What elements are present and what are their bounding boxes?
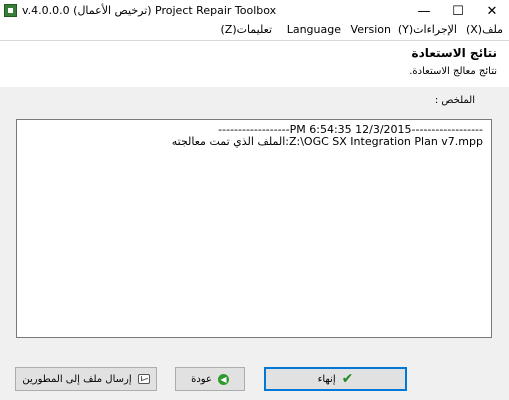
page-subtitle: نتائج معالج الاستعادة. [409, 66, 497, 77]
menu-file[interactable]: ملف(X) [466, 23, 503, 36]
menu-help[interactable]: تعليمات(Z) [220, 23, 272, 36]
content-panel: الملخص : ------------------PM 6:54:35 12… [0, 87, 509, 400]
app-icon [4, 4, 17, 17]
menu-version[interactable]: Version [351, 23, 391, 36]
checkmark-icon: ✔ [341, 371, 354, 387]
maximize-button[interactable]: ☐ [441, 0, 475, 22]
back-button[interactable]: عودة ◀ [175, 367, 245, 391]
menu-actions[interactable]: الإجراءات(Y) [398, 23, 457, 36]
back-arrow-icon: ◀ [217, 373, 229, 385]
send-to-developers-button[interactable]: إرسال ملف إلى المطورين [15, 367, 157, 391]
finish-button[interactable]: إنهاء ✔ [264, 367, 407, 391]
finish-button-label: إنهاء [317, 373, 336, 385]
menu-language[interactable]: Language [287, 23, 341, 36]
summary-label: الملخص : [434, 95, 475, 106]
back-button-label: عودة [191, 373, 212, 385]
wizard-header: نتائج الاستعادة نتائج معالج الاستعادة. [0, 40, 509, 88]
log-line-processed-file: الملف الذي تمت معالجته:Z:\OGC SX Integra… [171, 135, 483, 148]
send-button-label: إرسال ملف إلى المطورين [22, 373, 132, 385]
minimize-button[interactable]: — [407, 0, 441, 22]
title-bar: v.4.0.0.0 (ترخيص الأعمال) Project Repair… [0, 0, 509, 22]
close-button[interactable]: ✕ [475, 0, 509, 22]
menu-bar: ملف(X) الإجراءات(Y) Version Language تعل… [0, 22, 509, 40]
window-title: v.4.0.0.0 (ترخيص الأعمال) Project Repair… [22, 4, 277, 17]
summary-textbox[interactable]: ------------------PM 6:54:35 12/3/2015--… [16, 119, 492, 338]
send-mail-icon [137, 374, 150, 384]
page-title: نتائج الاستعادة [411, 46, 497, 60]
